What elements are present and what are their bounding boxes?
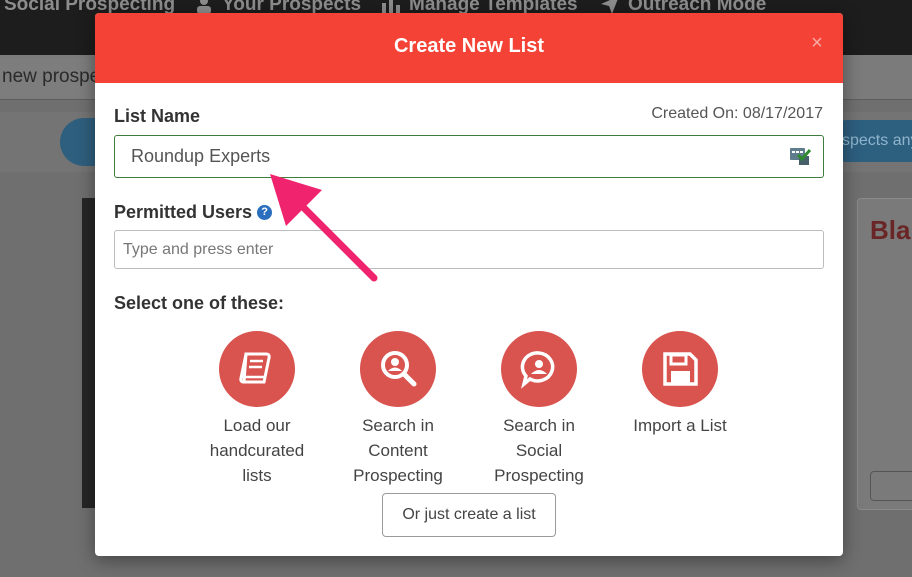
create-list-modal: Create New List × List Name Created On: …: [95, 13, 843, 556]
option-circle: [501, 331, 577, 407]
background-card-button: [870, 471, 912, 501]
created-on-date: Created On: 08/17/2017: [651, 105, 823, 122]
chat-user-icon: [520, 351, 555, 389]
option-label: Search in Content Prospecting: [353, 416, 443, 485]
create-list-button[interactable]: Or just create a list: [382, 493, 556, 537]
option-circle: [360, 331, 436, 407]
book-icon: [239, 352, 271, 384]
permitted-users-label: Permitted Users ?: [114, 202, 273, 223]
option-circle: [219, 331, 295, 407]
option-label: Load our handcurated lists: [209, 416, 305, 485]
option-content-prospecting[interactable]: Search in Content Prospecting: [348, 331, 448, 488]
permitted-users-text: Permitted Users: [114, 202, 253, 222]
option-label: Import a List: [633, 416, 727, 435]
background-card-title: Bla: [870, 215, 911, 245]
close-icon[interactable]: ×: [809, 31, 825, 55]
modal-header: Create New List ×: [95, 13, 843, 83]
option-circle: [642, 331, 718, 407]
option-social-prospecting[interactable]: Search in Social Prospecting: [489, 331, 589, 488]
search-input[interactable]: new prospe: [0, 58, 110, 98]
option-label: Search in Social Prospecting: [494, 416, 584, 485]
modal-title: Create New List: [393, 35, 545, 57]
annotation-arrow-icon: [270, 174, 378, 282]
valid-check-icon: [790, 148, 811, 165]
select-one-label: Select one of these:: [114, 293, 285, 313]
search-user-icon: [381, 351, 417, 387]
option-import-list[interactable]: Import a List: [630, 331, 730, 438]
list-name-input[interactable]: [114, 135, 824, 178]
floppy-disk-icon: [663, 352, 698, 386]
permitted-users-input[interactable]: [114, 230, 824, 269]
list-name-label: List Name: [114, 106, 201, 126]
option-handcurated-lists[interactable]: Load our handcurated lists: [207, 331, 307, 488]
